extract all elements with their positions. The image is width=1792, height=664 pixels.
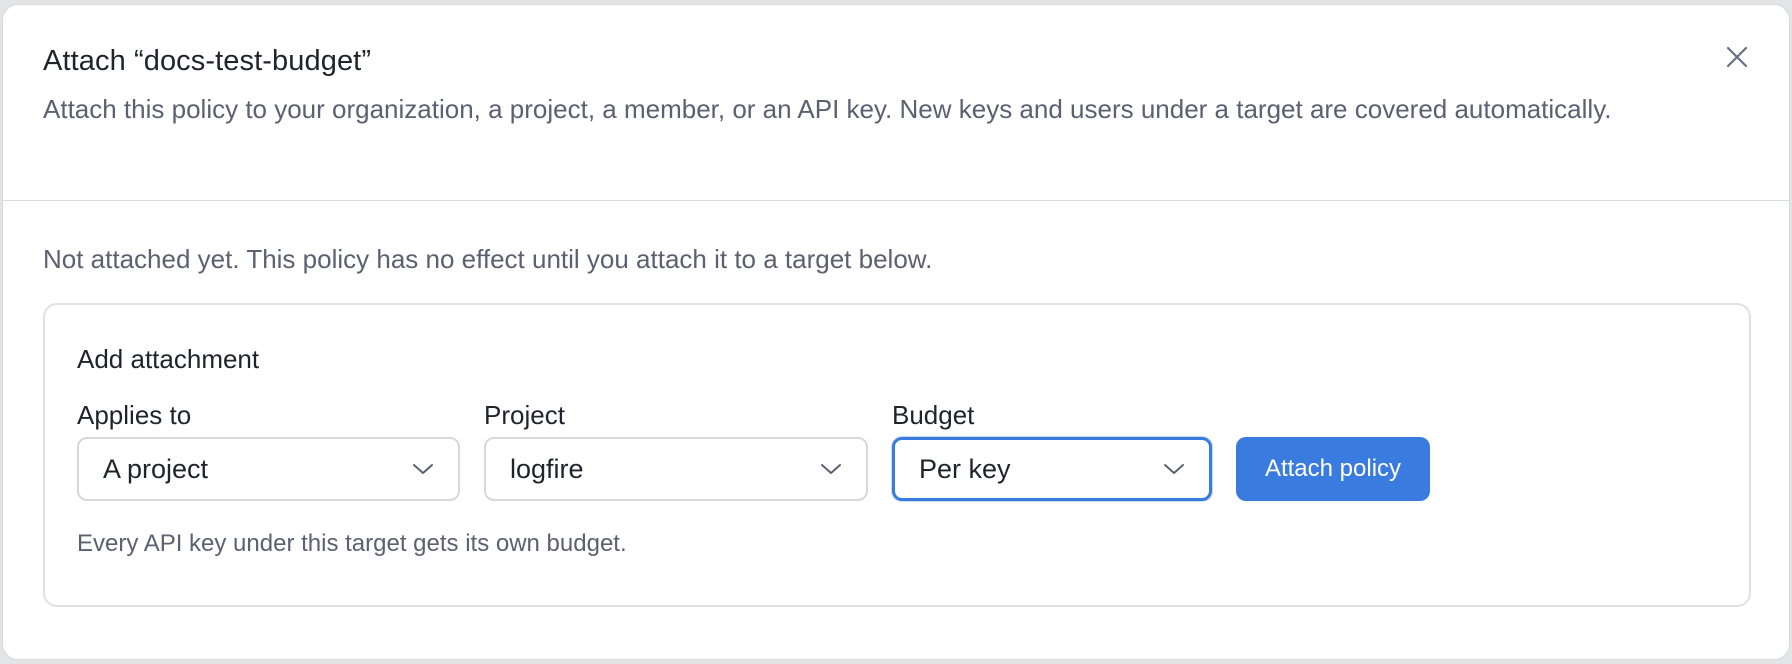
budget-select[interactable]: Per key: [892, 437, 1212, 501]
project-select[interactable]: logfire: [484, 437, 868, 501]
dialog-description: Attach this policy to your organization,…: [43, 94, 1612, 124]
close-button[interactable]: [1719, 39, 1755, 75]
chevron-down-icon: [820, 462, 842, 476]
budget-value: Per key: [919, 453, 1011, 484]
attach-policy-button[interactable]: Attach policy: [1236, 437, 1430, 501]
chevron-down-icon: [412, 462, 434, 476]
project-field: Project logfire: [484, 399, 868, 501]
budget-field: Budget Per key: [892, 399, 1212, 501]
applies-to-select[interactable]: A project: [77, 437, 460, 501]
budget-label: Budget: [892, 400, 975, 430]
applies-to-label: Applies to: [77, 400, 192, 430]
chevron-down-icon: [1163, 462, 1185, 476]
budget-hint-text: Every API key under this target gets its…: [77, 530, 627, 557]
attachment-fields-row: Applies to A project Project logfire Bud…: [77, 399, 1717, 501]
project-value: logfire: [510, 453, 584, 484]
applies-to-value: A project: [103, 453, 209, 484]
applies-to-field: Applies to A project: [77, 399, 460, 501]
add-attachment-card: Add attachment Applies to A project Proj…: [43, 303, 1751, 607]
dialog-header: Attach “docs-test-budget” Attach this po…: [3, 5, 1789, 201]
attachment-status-text: Not attached yet. This policy has no eff…: [43, 244, 933, 274]
dialog-title: Attach “docs-test-budget”: [43, 45, 372, 77]
attach-policy-dialog: Attach “docs-test-budget” Attach this po…: [2, 4, 1790, 660]
close-icon: [1726, 46, 1748, 68]
project-label: Project: [484, 400, 565, 430]
dialog-body: Not attached yet. This policy has no eff…: [3, 201, 1789, 607]
add-attachment-title: Add attachment: [77, 344, 260, 374]
